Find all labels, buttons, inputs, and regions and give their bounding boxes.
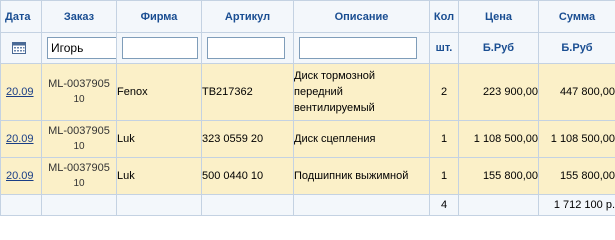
order-number: ML-0037905 bbox=[48, 162, 110, 174]
order-filter-cell bbox=[41, 32, 117, 64]
date-cell: 20.09 bbox=[0, 120, 42, 158]
description-line: Подшипник выжимной bbox=[294, 170, 409, 182]
company-filter-input[interactable] bbox=[122, 37, 198, 59]
column-header-sum[interactable]: Сумма bbox=[538, 0, 615, 33]
qty-cell: 1 bbox=[429, 157, 459, 195]
article-cell: TB217362 bbox=[201, 63, 294, 121]
description-filter-cell bbox=[293, 32, 430, 64]
description-line: Диск сцепления bbox=[294, 133, 376, 145]
description-cell: Диск сцепления bbox=[293, 120, 430, 158]
description-cell: Диск тормозной передний вентилируемый bbox=[293, 63, 430, 121]
column-header-date[interactable]: Дата bbox=[0, 0, 42, 33]
column-header-price[interactable]: Цена bbox=[458, 0, 539, 33]
table-row[interactable]: 20.09 ML-0037905 10 Luk 500 0440 10 Подш… bbox=[0, 157, 615, 195]
order-qty: 10 bbox=[73, 178, 85, 189]
price-cell: 223 900,00 bbox=[458, 63, 539, 121]
sum-total: 1 712 100 р. bbox=[538, 194, 615, 216]
date-cell: 20.09 bbox=[0, 63, 42, 121]
description-line: Диск тормозной bbox=[294, 70, 376, 82]
date-link[interactable]: 20.09 bbox=[6, 170, 34, 182]
order-qty: 10 bbox=[73, 141, 85, 152]
order-number: ML-0037905 bbox=[48, 78, 110, 90]
filter-row: шт. Б.Руб Б.Руб bbox=[0, 32, 615, 64]
order-filter-input[interactable] bbox=[47, 37, 116, 59]
company-cell: Luk bbox=[116, 157, 202, 195]
order-cell: ML-0037905 10 bbox=[41, 63, 117, 121]
sum-cell: 1 108 500,00 bbox=[538, 120, 615, 158]
column-header-company[interactable]: Фирма bbox=[116, 0, 202, 33]
description-cell: Подшипник выжимной bbox=[293, 157, 430, 195]
order-number: ML-0037905 bbox=[48, 125, 110, 137]
company-cell: Fenox bbox=[116, 63, 202, 121]
qty-cell: 1 bbox=[429, 120, 459, 158]
price-unit-label: Б.Руб bbox=[458, 32, 539, 64]
column-header-description[interactable]: Описание bbox=[293, 0, 430, 33]
date-link[interactable]: 20.09 bbox=[6, 86, 34, 98]
date-cell: 20.09 bbox=[0, 157, 42, 195]
description-filter-input[interactable] bbox=[299, 37, 417, 59]
orders-table: Дата Заказ Фирма Артикул Описание Кол Це… bbox=[0, 0, 615, 216]
order-cell: ML-0037905 10 bbox=[41, 120, 117, 158]
article-filter-input[interactable] bbox=[207, 37, 285, 59]
order-cell: ML-0037905 10 bbox=[41, 157, 117, 195]
description-line: вентилируемый bbox=[294, 102, 375, 114]
sum-cell: 447 800,00 bbox=[538, 63, 615, 121]
column-header-order[interactable]: Заказ bbox=[41, 0, 117, 33]
header-row: Дата Заказ Фирма Артикул Описание Кол Це… bbox=[0, 0, 615, 33]
company-filter-cell bbox=[116, 32, 202, 64]
date-link[interactable]: 20.09 bbox=[6, 133, 34, 145]
description-line: передний bbox=[294, 86, 343, 98]
qty-cell: 2 bbox=[429, 63, 459, 121]
column-header-article[interactable]: Артикул bbox=[201, 0, 294, 33]
table-row[interactable]: 20.09 ML-0037905 10 Luk 323 0559 20 Диск… bbox=[0, 120, 615, 158]
table-row[interactable]: 20.09 ML-0037905 10 Fenox TB217362 Диск … bbox=[0, 63, 615, 121]
qty-unit-label: шт. bbox=[429, 32, 459, 64]
order-qty: 10 bbox=[73, 94, 85, 105]
sum-cell: 155 800,00 bbox=[538, 157, 615, 195]
price-cell: 1 108 500,00 bbox=[458, 120, 539, 158]
article-filter-cell bbox=[201, 32, 294, 64]
totals-row: 4 1 712 100 р. bbox=[0, 194, 615, 216]
price-cell: 155 800,00 bbox=[458, 157, 539, 195]
qty-total: 4 bbox=[429, 194, 459, 216]
company-cell: Luk bbox=[116, 120, 202, 158]
column-header-qty[interactable]: Кол bbox=[429, 0, 459, 33]
calendar-icon[interactable] bbox=[12, 42, 26, 55]
article-cell: 323 0559 20 bbox=[201, 120, 294, 158]
sum-unit-label: Б.Руб bbox=[538, 32, 615, 64]
date-filter-cell bbox=[0, 32, 42, 64]
article-cell: 500 0440 10 bbox=[201, 157, 294, 195]
